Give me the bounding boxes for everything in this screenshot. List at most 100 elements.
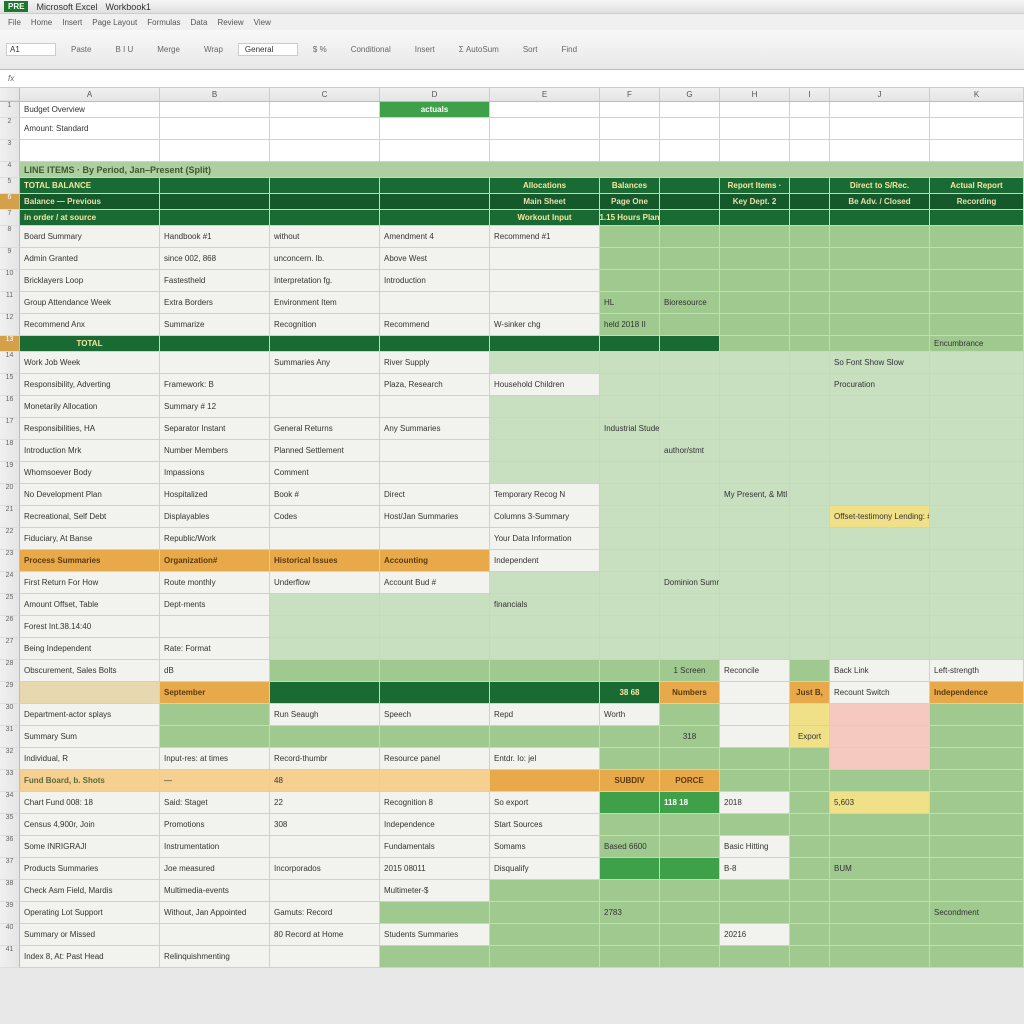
cell[interactable] [790,748,830,770]
cell[interactable] [790,178,830,194]
cell[interactable]: Instrumentation [160,836,270,858]
cell[interactable]: Entdr. Io: jel [490,748,600,770]
cell[interactable]: Record-thumbr [270,748,380,770]
cell[interactable] [930,726,1024,748]
cell[interactable] [160,140,270,162]
cell[interactable]: Independence [380,814,490,836]
cell[interactable] [600,616,660,638]
cell[interactable] [660,396,720,418]
row-header[interactable]: 41 [0,946,20,968]
cell[interactable] [720,550,790,572]
cell[interactable]: HL [600,292,660,314]
cell[interactable]: Number Members [160,440,270,462]
cell[interactable]: Amount: Standard [20,118,160,140]
cell[interactable] [160,726,270,748]
cell[interactable] [930,704,1024,726]
cell[interactable] [790,638,830,660]
cell[interactable] [660,462,720,484]
cell[interactable]: financials [490,594,600,616]
cell[interactable] [830,462,930,484]
cell[interactable]: 2015 08011 [380,858,490,880]
cell[interactable]: Temporary Recog N [490,484,600,506]
cell[interactable]: 308 [270,814,380,836]
cell[interactable]: Key Dept. 2 [720,194,790,210]
cell[interactable]: Just B, [790,682,830,704]
cell[interactable] [720,440,790,462]
cell[interactable] [270,194,380,210]
cell[interactable]: Products Summaries [20,858,160,880]
section-title[interactable]: LINE ITEMS · By Period, Jan–Present (Spl… [20,162,1024,178]
cell[interactable] [600,594,660,616]
cell[interactable] [790,858,830,880]
cell[interactable]: Department-actor splays [20,704,160,726]
cell[interactable] [790,814,830,836]
ribbon-autosum[interactable]: Σ AutoSum [450,42,508,57]
cell[interactable]: Introduction Mrk [20,440,160,462]
cell[interactable] [660,924,720,946]
cell[interactable]: General Returns [270,418,380,440]
ribbon-merge[interactable]: Merge [148,42,189,57]
row-header[interactable]: 33 [0,770,20,792]
cell[interactable] [930,770,1024,792]
cell[interactable] [720,902,790,924]
cell[interactable]: Recommend [380,314,490,336]
cell[interactable]: Rate: Format [160,638,270,660]
cell[interactable] [600,374,660,396]
cell[interactable]: Book # [270,484,380,506]
cell[interactable] [830,726,930,748]
cell[interactable] [490,118,600,140]
name-box[interactable]: A1 [6,43,56,56]
cell[interactable] [160,336,270,352]
cell[interactable] [790,660,830,682]
col-header-b[interactable]: B [160,88,270,101]
cell[interactable]: 38 68 [600,682,660,704]
cell[interactable]: Hospitalized [160,484,270,506]
cell[interactable] [830,118,930,140]
cell[interactable] [720,616,790,638]
cell[interactable]: Summarize [160,314,270,336]
cell[interactable] [490,440,600,462]
cell[interactable]: Route monthly [160,572,270,594]
cell[interactable] [930,814,1024,836]
cell[interactable] [600,660,660,682]
cell[interactable] [790,226,830,248]
cell[interactable] [720,462,790,484]
cell[interactable]: Extra Borders [160,292,270,314]
cell[interactable]: Bioresource [660,292,720,314]
cell[interactable] [830,946,930,968]
cell[interactable]: My Present, & Mtl Mgr [720,484,790,506]
cell[interactable] [930,484,1024,506]
row-header[interactable]: 39 [0,902,20,924]
col-header-a[interactable]: A [20,88,160,101]
cell[interactable] [660,352,720,374]
cell[interactable]: Organization# [160,550,270,572]
cell[interactable] [270,660,380,682]
cell[interactable] [490,102,600,118]
cell[interactable] [830,248,930,270]
cell[interactable] [490,572,600,594]
cell[interactable]: dB [160,660,270,682]
cell[interactable] [660,102,720,118]
cell[interactable] [490,396,600,418]
cell[interactable]: Host/Jan Summaries [380,506,490,528]
cell[interactable] [830,704,930,726]
row-header[interactable]: 22 [0,528,20,550]
cell[interactable] [160,704,270,726]
cell[interactable]: Procuration [830,374,930,396]
cell[interactable] [600,638,660,660]
row-header[interactable]: 35 [0,814,20,836]
cell[interactable]: Republic/Work [160,528,270,550]
cell[interactable] [790,924,830,946]
cell[interactable] [930,210,1024,226]
row-header[interactable]: 25 [0,594,20,616]
cell[interactable] [720,270,790,292]
cell[interactable]: Numbers [660,682,720,704]
cell[interactable] [720,682,790,704]
cell[interactable]: Impassions [160,462,270,484]
cell[interactable] [930,792,1024,814]
cell[interactable]: Amount Offset, Table [20,594,160,616]
cell[interactable] [600,858,660,880]
cell[interactable] [380,902,490,924]
cell[interactable]: held 2018 II [600,314,660,336]
cell[interactable] [790,880,830,902]
